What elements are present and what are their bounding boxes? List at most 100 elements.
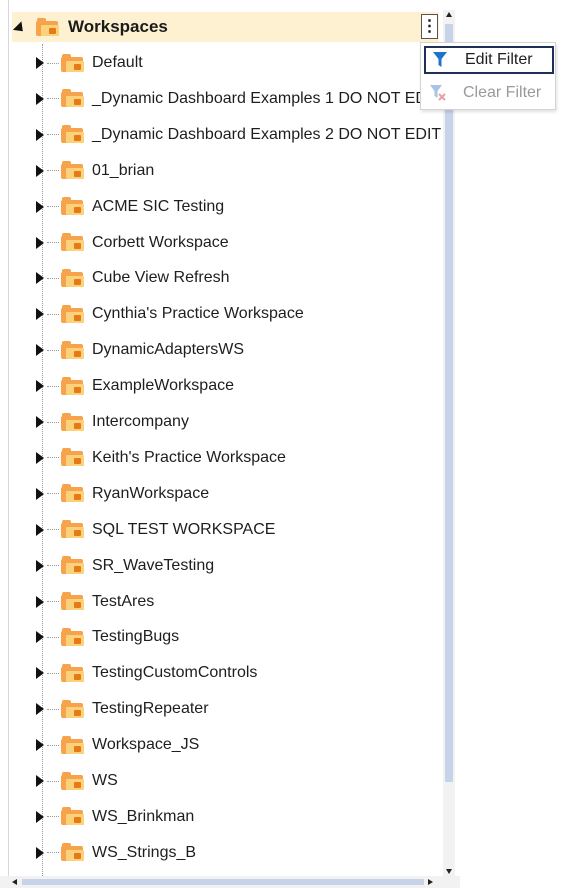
expand-arrow-icon[interactable] <box>36 308 44 321</box>
workspace-folder-icon <box>61 448 85 467</box>
workspace-folder-icon <box>61 592 85 611</box>
tree-item[interactable]: Default <box>36 48 143 78</box>
tree-connector <box>47 62 59 64</box>
expand-arrow-icon[interactable] <box>36 667 44 680</box>
tree-item-label: Default <box>92 54 143 71</box>
tree-item[interactable]: Intercompany <box>36 407 189 437</box>
tree-item[interactable]: Keith's Practice Workspace <box>36 443 286 473</box>
tree-item[interactable]: ACME SIC Testing <box>36 192 224 222</box>
tree-item[interactable]: Corbett Workspace <box>36 228 229 258</box>
clear-filter-menu-item[interactable]: Clear Filter <box>424 79 554 107</box>
scroll-down-arrow-icon[interactable] <box>446 869 452 874</box>
workspace-folder-icon <box>61 197 85 216</box>
tree-item[interactable]: TestingCustomControls <box>36 658 257 688</box>
expand-arrow-icon[interactable] <box>36 523 44 536</box>
tree-root-label: Workspaces <box>68 17 168 36</box>
scroll-right-arrow-icon[interactable] <box>428 879 433 885</box>
tree-item[interactable]: 01_brian <box>36 156 154 186</box>
tree-item[interactable]: RyanWorkspace <box>36 479 209 509</box>
workspace-folder-icon <box>61 556 85 575</box>
tree-connector <box>47 529 59 531</box>
expand-arrow-icon[interactable] <box>36 164 44 177</box>
tree-connector <box>47 852 59 854</box>
workspace-folder-icon <box>61 627 85 647</box>
tree-item[interactable]: TestingRepeater <box>36 694 209 724</box>
tree-item-label: _Dynamic Dashboard Examples 1 DO NOT EDI… <box>92 89 442 107</box>
workspace-folder-icon <box>61 663 85 683</box>
expand-arrow-icon[interactable] <box>36 631 44 644</box>
tree-item[interactable]: Cynthia's Practice Workspace <box>36 299 304 329</box>
vertical-scrollbar[interactable] <box>443 10 455 876</box>
tree-item-label: Intercompany <box>92 413 189 430</box>
tree-item[interactable]: Workspace_JS <box>36 730 199 760</box>
expand-arrow-icon[interactable] <box>36 57 44 69</box>
filter-icon <box>429 52 451 68</box>
expand-arrow-icon[interactable] <box>36 487 44 500</box>
left-edge <box>0 0 9 888</box>
tree-item-label: WS_Strings_B <box>92 843 197 861</box>
expand-arrow-icon[interactable] <box>36 200 44 213</box>
workspace-folder-icon <box>61 376 85 396</box>
tree-root-workspaces[interactable]: Workspaces <box>12 12 439 42</box>
tree-connector <box>47 349 59 351</box>
tree-item-label: Workspace_JS <box>92 736 200 754</box>
expand-arrow-icon[interactable] <box>36 739 44 752</box>
workspace-folder-icon <box>61 735 85 755</box>
expand-arrow-icon[interactable] <box>36 272 44 285</box>
tree-item-label: Corbett Workspace <box>92 233 229 251</box>
tree-item[interactable]: _Dynamic Dashboard Examples 1 DO NOT EDI… <box>36 84 441 114</box>
tree-item-label: RyanWorkspace <box>92 484 210 502</box>
tree-item[interactable]: ExampleWorkspace <box>36 371 234 401</box>
workspace-folder-icon <box>61 843 85 862</box>
tree-item-label: Cynthia's Practice Workspace <box>92 305 304 323</box>
tree-item-label: TestingRepeater <box>92 700 209 718</box>
tree-item-label: SR_WaveTesting <box>92 556 215 574</box>
expand-arrow-icon[interactable] <box>36 559 44 572</box>
tree-item[interactable]: SQL TEST WORKSPACE <box>36 515 275 545</box>
tree-item[interactable]: WS_Brinkman <box>36 802 194 832</box>
tree-item-label: TestAres <box>92 592 155 610</box>
tree-connector <box>47 421 59 423</box>
expand-arrow-icon[interactable] <box>36 416 44 428</box>
workspace-folder-icon <box>61 412 85 432</box>
collapse-arrow-icon[interactable] <box>12 21 28 36</box>
expand-arrow-icon[interactable] <box>36 775 44 787</box>
tree-connector <box>47 206 59 208</box>
workspace-folder-icon <box>61 304 85 324</box>
workspace-folder-icon <box>61 484 85 503</box>
horizontal-scrollbar[interactable] <box>0 876 460 888</box>
expand-arrow-icon[interactable] <box>36 236 44 249</box>
edit-filter-label: Edit Filter <box>465 51 533 68</box>
tree-item[interactable]: Cube View Refresh <box>36 263 230 293</box>
tree-item[interactable]: WS_Strings_B <box>36 838 196 868</box>
expand-arrow-icon[interactable] <box>36 92 44 105</box>
more-options-icon[interactable]: ⋮ <box>421 14 438 39</box>
tree-item[interactable]: WS <box>36 766 118 796</box>
expand-arrow-icon[interactable] <box>36 380 44 393</box>
tree-item-label: _Dynamic Dashboard Examples 2 DO NOT EDI… <box>92 125 442 143</box>
tree-connector <box>47 313 59 315</box>
edit-filter-menu-item[interactable]: Edit Filter <box>424 46 554 74</box>
horizontal-scroll-thumb[interactable] <box>22 879 424 885</box>
expand-arrow-icon[interactable] <box>36 451 44 464</box>
vertical-scroll-thumb[interactable] <box>445 24 453 782</box>
tree-item[interactable]: TestingBugs <box>36 622 179 652</box>
expand-arrow-icon[interactable] <box>36 595 44 608</box>
expand-arrow-icon[interactable] <box>36 128 44 141</box>
expand-arrow-icon[interactable] <box>36 846 44 859</box>
workspace-folder-icon <box>61 233 85 252</box>
tree-item[interactable]: _Dynamic Dashboard Examples 2 DO NOT EDI… <box>36 120 441 150</box>
tree-item-label: ACME SIC Testing <box>92 197 225 215</box>
tree-item-label: TestingBugs <box>92 628 180 646</box>
tree-item[interactable]: DynamicAdaptersWS <box>36 335 244 365</box>
scroll-up-arrow-icon[interactable] <box>446 12 452 17</box>
tree-connector <box>47 636 59 638</box>
tree-item[interactable]: SR_WaveTesting <box>36 551 214 581</box>
tree-connector <box>47 134 59 136</box>
expand-arrow-icon[interactable] <box>36 703 44 716</box>
tree-item[interactable]: TestAres <box>36 587 154 617</box>
tree-connector <box>47 565 59 567</box>
expand-arrow-icon[interactable] <box>36 810 44 823</box>
scroll-left-arrow-icon[interactable] <box>12 879 17 885</box>
expand-arrow-icon[interactable] <box>36 344 44 357</box>
